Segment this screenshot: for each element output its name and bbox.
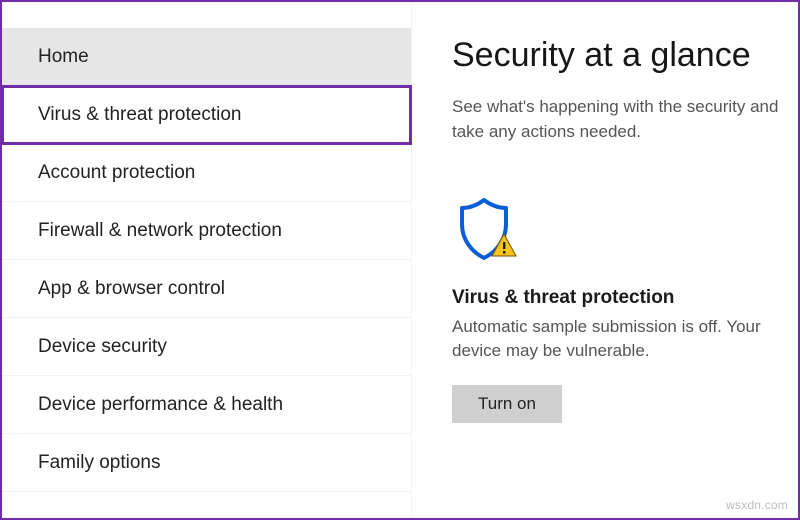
turn-on-button[interactable]: Turn on bbox=[452, 385, 562, 423]
sidebar-item-firewall-network-protection[interactable]: Firewall & network protection bbox=[2, 202, 411, 260]
sidebar-item-app-browser-control[interactable]: App & browser control bbox=[2, 260, 411, 318]
sidebar-item-virus-threat-protection[interactable]: Virus & threat protection bbox=[2, 86, 411, 144]
watermark: wsxdn.com bbox=[726, 498, 788, 512]
sidebar-item-home[interactable]: Home bbox=[2, 28, 411, 86]
sidebar-item-account-protection[interactable]: Account protection bbox=[2, 144, 411, 202]
sidebar-item-label: Device security bbox=[38, 336, 167, 358]
page-title: Security at a glance bbox=[452, 36, 798, 75]
sidebar-item-label: App & browser control bbox=[38, 278, 225, 300]
sidebar-item-label: Virus & threat protection bbox=[38, 104, 241, 126]
sidebar-item-label: Family options bbox=[38, 452, 161, 474]
sidebar-item-family-options[interactable]: Family options bbox=[2, 434, 411, 492]
card-title: Virus & threat protection bbox=[452, 287, 782, 309]
card-body: Automatic sample submission is off. Your… bbox=[452, 315, 782, 363]
sidebar-item-device-security[interactable]: Device security bbox=[2, 318, 411, 376]
sidebar-item-label: Account protection bbox=[38, 162, 195, 184]
sidebar-item-label: Home bbox=[38, 46, 89, 68]
sidebar-item-label: Firewall & network protection bbox=[38, 220, 282, 242]
security-status-card: Virus & threat protection Automatic samp… bbox=[452, 194, 782, 423]
shield-warning-icon bbox=[454, 194, 782, 271]
sidebar: Home Virus & threat protection Account p… bbox=[2, 2, 412, 518]
sidebar-item-device-performance-health[interactable]: Device performance & health bbox=[2, 376, 411, 434]
main-content: Security at a glance See what's happenin… bbox=[412, 2, 798, 518]
page-subtitle: See what's happening with the security a… bbox=[452, 95, 798, 144]
sidebar-item-label: Device performance & health bbox=[38, 394, 283, 416]
